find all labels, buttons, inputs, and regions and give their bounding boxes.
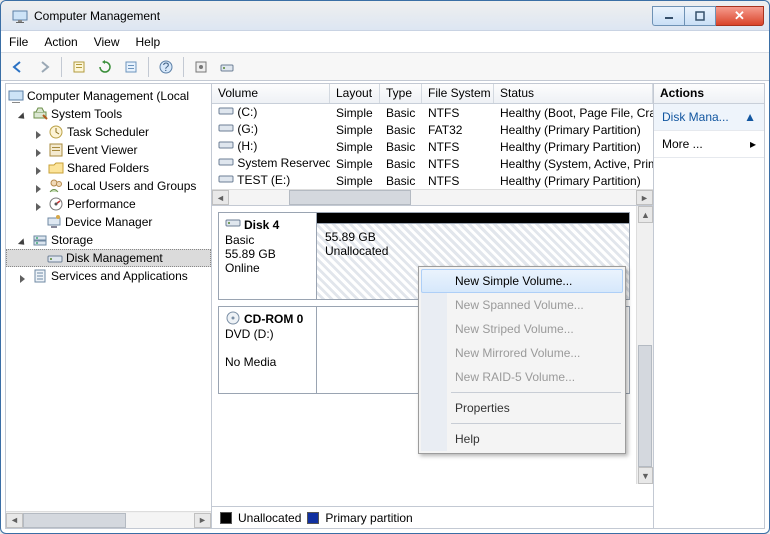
tree-device-manager[interactable]: Device Manager <box>6 213 211 231</box>
navigation-tree-pane: Computer Management (Local System Tools … <box>6 84 212 528</box>
drive-icon[interactable] <box>216 56 238 78</box>
disklayout-vscrollbar[interactable]: ▲ ▼ <box>636 206 653 484</box>
menu-view[interactable]: View <box>94 35 120 49</box>
tree-task-scheduler[interactable]: Task Scheduler <box>6 123 211 141</box>
actions-header: Actions <box>654 84 764 104</box>
titlebar[interactable]: Computer Management ✕ <box>1 1 769 31</box>
ctx-help[interactable]: Help <box>421 427 623 451</box>
computer-management-window: Computer Management ✕ File Action View H… <box>0 0 770 534</box>
client-area: Computer Management (Local System Tools … <box>5 83 765 529</box>
col-fs[interactable]: File System <box>422 84 494 103</box>
tree-systools-label: System Tools <box>51 107 122 121</box>
content-pane: Volume Layout Type File System Status (C… <box>212 84 654 528</box>
legend: Unallocated Primary partition <box>212 506 653 528</box>
volume-row[interactable]: (H:) Simple Basic NTFS Healthy (Primary … <box>212 138 653 155</box>
tree-root-label: Computer Management (Local <box>27 89 189 103</box>
actions-pane: Actions Disk Mana... ▲ More ... ▸ <box>654 84 764 528</box>
tree-disk-management[interactable]: Disk Management <box>6 249 211 267</box>
disk-info: Disk 4 Basic 55.89 GB Online <box>219 213 317 299</box>
menu-file[interactable]: File <box>9 35 28 49</box>
tree-performance[interactable]: Performance <box>6 195 211 213</box>
settings-icon[interactable] <box>190 56 212 78</box>
volume-row[interactable]: (C:) Simple Basic NTFS Healthy (Boot, Pa… <box>212 104 653 121</box>
disk-info: CD-ROM 0 DVD (D:) No Media <box>219 307 317 393</box>
svg-text:?: ? <box>163 60 170 74</box>
ctx-new-raid5-volume: New RAID-5 Volume... <box>421 365 623 389</box>
ctx-new-spanned-volume: New Spanned Volume... <box>421 293 623 317</box>
ctx-new-mirrored-volume: New Mirrored Volume... <box>421 341 623 365</box>
menu-action[interactable]: Action <box>44 35 77 49</box>
tree-storage[interactable]: Storage <box>6 231 211 249</box>
tree-root[interactable]: Computer Management (Local <box>6 87 211 105</box>
col-layout[interactable]: Layout <box>330 84 380 103</box>
back-button[interactable] <box>7 56 29 78</box>
minimize-button[interactable] <box>652 6 684 26</box>
maximize-button[interactable] <box>684 6 716 26</box>
tree-hscrollbar[interactable]: ◄► <box>6 511 211 528</box>
properties-icon[interactable] <box>68 56 90 78</box>
legend-primary-swatch <box>307 512 319 524</box>
volume-row[interactable]: System Reserved Simple Basic NTFS Health… <box>212 155 653 172</box>
tree-event-viewer[interactable]: Event Viewer <box>6 141 211 159</box>
tree-shared-folders[interactable]: Shared Folders <box>6 159 211 177</box>
toolbar: ? <box>1 53 769 81</box>
actions-disk-management[interactable]: Disk Mana... ▲ <box>654 104 764 131</box>
col-volume[interactable]: Volume <box>212 84 330 103</box>
legend-unallocated-swatch <box>220 512 232 524</box>
col-type[interactable]: Type <box>380 84 422 103</box>
help-icon[interactable]: ? <box>155 56 177 78</box>
app-icon <box>12 8 28 24</box>
tree-services[interactable]: Services and Applications <box>6 267 211 285</box>
volume-row[interactable]: (G:) Simple Basic FAT32 Healthy (Primary… <box>212 121 653 138</box>
tree-local-users[interactable]: Local Users and Groups <box>6 177 211 195</box>
forward-button[interactable] <box>33 56 55 78</box>
volume-row[interactable]: TEST (E:) Simple Basic NTFS Healthy (Pri… <box>212 172 653 189</box>
export-icon[interactable] <box>120 56 142 78</box>
tree-system-tools[interactable]: System Tools <box>6 105 211 123</box>
close-button[interactable]: ✕ <box>716 6 764 26</box>
collapse-icon: ▲ <box>744 110 756 124</box>
menu-help[interactable]: Help <box>136 35 161 49</box>
ctx-properties[interactable]: Properties <box>421 396 623 420</box>
chevron-right-icon: ▸ <box>750 137 756 151</box>
context-menu: New Simple Volume... New Spanned Volume.… <box>418 266 626 454</box>
window-title: Computer Management <box>34 9 652 23</box>
vollist-hscrollbar[interactable]: ◄► <box>212 189 653 206</box>
volume-list: (C:) Simple Basic NTFS Healthy (Boot, Pa… <box>212 104 653 189</box>
actions-more[interactable]: More ... ▸ <box>654 131 764 158</box>
refresh-icon[interactable] <box>94 56 116 78</box>
ctx-new-striped-volume: New Striped Volume... <box>421 317 623 341</box>
menu-bar: File Action View Help <box>1 31 769 53</box>
ctx-new-simple-volume[interactable]: New Simple Volume... <box>421 269 623 293</box>
col-status[interactable]: Status <box>494 84 653 103</box>
volume-list-header: Volume Layout Type File System Status <box>212 84 653 104</box>
